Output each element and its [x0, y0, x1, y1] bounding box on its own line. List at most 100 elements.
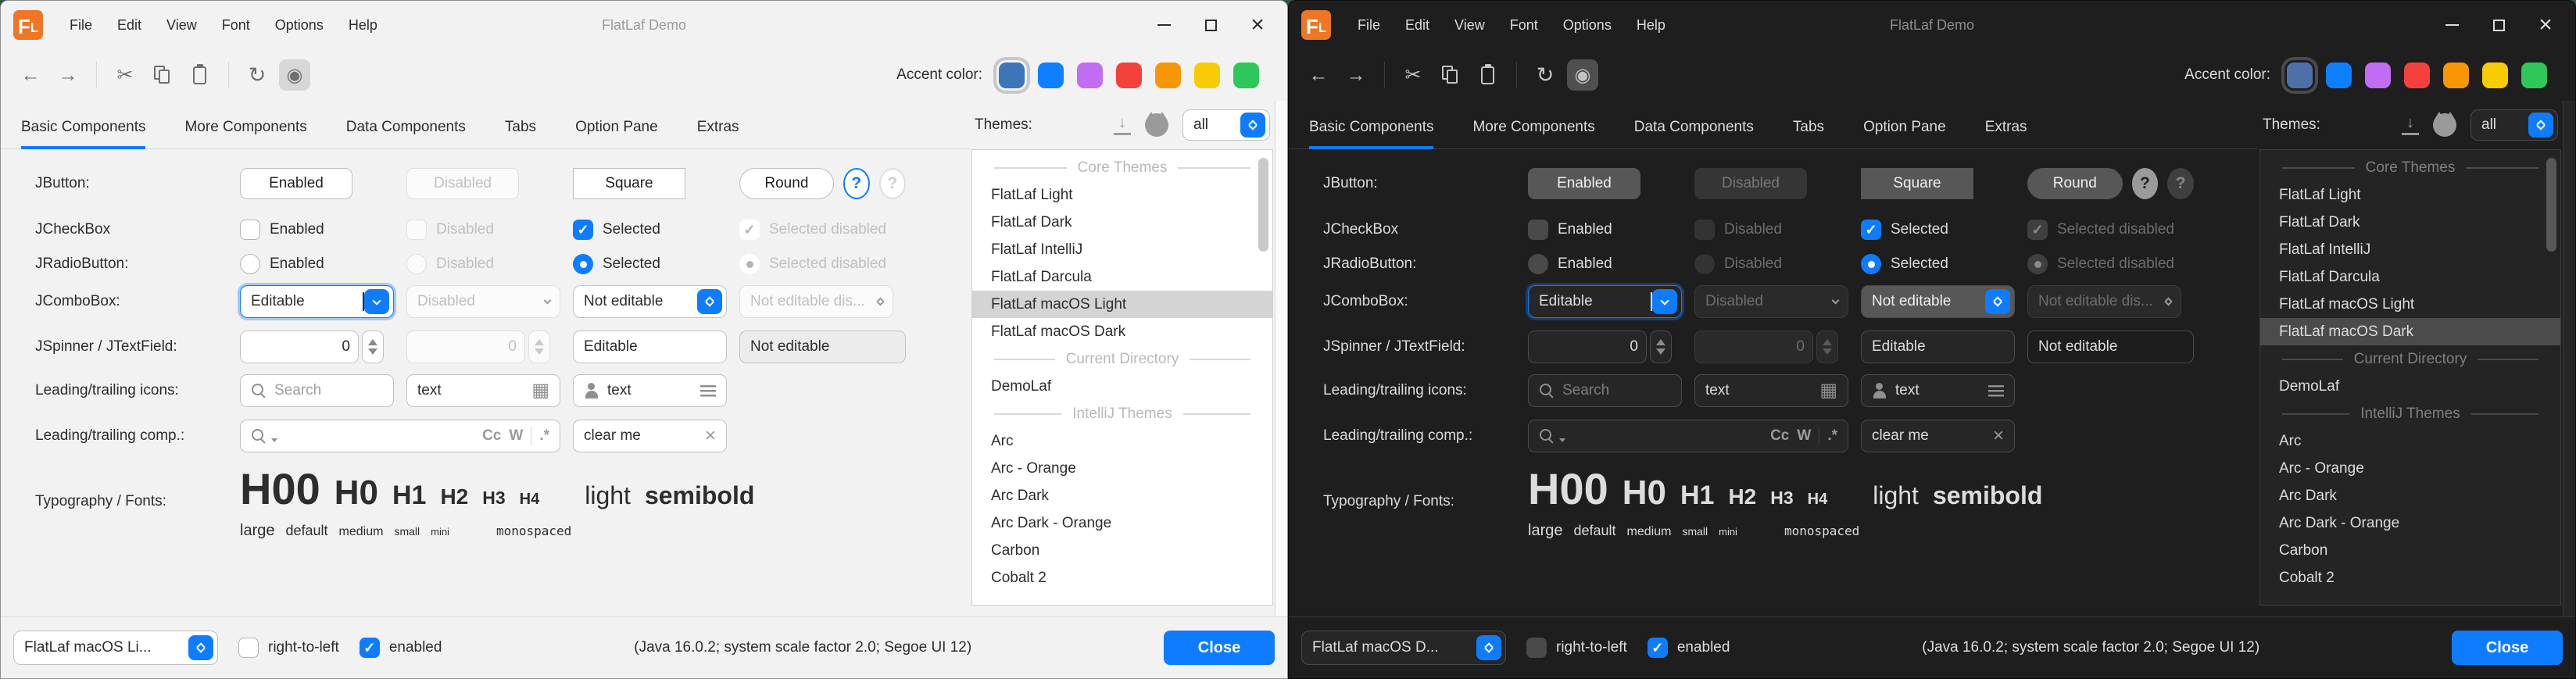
- spinner-input[interactable]: 0: [1528, 331, 1647, 363]
- round-button[interactable]: Round: [2027, 168, 2123, 199]
- text-field-calendar[interactable]: text: [406, 374, 560, 407]
- theme-item[interactable]: FlatLaf Darcula: [2260, 263, 2560, 291]
- theme-item[interactable]: FlatLaf Darcula: [972, 263, 1272, 291]
- download-icon[interactable]: [2402, 115, 2419, 135]
- theme-item[interactable]: Arc Dark - Orange: [972, 509, 1272, 537]
- accent-swatch-default[interactable]: [2287, 63, 2313, 88]
- laf-combobox[interactable]: FlatLaf macOS Li...: [13, 631, 218, 665]
- tab-extras[interactable]: Extras: [1985, 101, 2027, 149]
- theme-item[interactable]: FlatLaf Light: [972, 181, 1272, 209]
- combobox-arrows-button[interactable]: [697, 289, 722, 314]
- textfield-editable[interactable]: Editable: [573, 331, 727, 363]
- clear-icon[interactable]: [705, 427, 716, 446]
- enabled-button[interactable]: Enabled: [240, 168, 352, 199]
- square-button[interactable]: Square: [573, 168, 685, 199]
- theme-item[interactable]: FlatLaf macOS Light: [972, 291, 1272, 318]
- search-input[interactable]: Search: [1528, 374, 1682, 407]
- spinner-arrows[interactable]: [1650, 331, 1672, 363]
- paste-icon[interactable]: [184, 59, 216, 91]
- accent-swatch-red[interactable]: [1116, 63, 1142, 88]
- theme-item[interactable]: Arc: [2260, 427, 2560, 455]
- theme-item[interactable]: Arc: [972, 427, 1272, 455]
- chevron-down-icon[interactable]: [1559, 438, 1565, 442]
- download-icon[interactable]: [1114, 115, 1131, 135]
- tab-more-components[interactable]: More Components: [184, 101, 306, 149]
- tab-extras[interactable]: Extras: [697, 101, 739, 149]
- show-hidden-icon[interactable]: [279, 59, 310, 91]
- combobox-editable[interactable]: Editable: [240, 285, 394, 318]
- forward-icon[interactable]: [52, 59, 84, 91]
- refresh-icon[interactable]: [1530, 59, 1561, 91]
- cut-icon[interactable]: [109, 59, 141, 91]
- match-case-button[interactable]: Cc: [1770, 427, 1789, 445]
- combobox-arrows-button[interactable]: [1985, 289, 2010, 314]
- checkbox-selected[interactable]: Selected: [1861, 220, 1948, 240]
- menu-view[interactable]: View: [154, 11, 209, 40]
- theme-item[interactable]: FlatLaf macOS Light: [2260, 291, 2560, 318]
- theme-item[interactable]: Arc - Orange: [2260, 455, 2560, 482]
- theme-item[interactable]: FlatLaf Dark: [972, 209, 1272, 236]
- themes-filter-combobox[interactable]: all: [1182, 109, 1270, 141]
- theme-item[interactable]: Cobalt 2: [972, 564, 1272, 591]
- table-icon[interactable]: [531, 381, 549, 401]
- theme-item[interactable]: Arc - Orange: [972, 455, 1272, 482]
- textfield-editable[interactable]: Editable: [1861, 331, 2015, 363]
- right-to-left-checkbox[interactable]: right-to-left: [1526, 638, 1627, 658]
- tab-data-components[interactable]: Data Components: [1634, 101, 1754, 149]
- combobox-arrows-button[interactable]: [2528, 113, 2553, 138]
- maximize-button[interactable]: [1187, 8, 1234, 42]
- whole-word-button[interactable]: W: [509, 427, 523, 445]
- github-icon[interactable]: [2433, 113, 2456, 137]
- theme-item[interactable]: FlatLaf macOS Dark: [972, 318, 1272, 345]
- menu-font[interactable]: Font: [1497, 11, 1551, 40]
- checkbox-enabled[interactable]: Enabled: [1528, 220, 1612, 240]
- tab-option-pane[interactable]: Option Pane: [575, 101, 658, 149]
- theme-item[interactable]: Arc Dark: [2260, 482, 2560, 509]
- checkbox-enabled[interactable]: Enabled: [240, 220, 324, 240]
- theme-item[interactable]: Carbon: [972, 537, 1272, 564]
- clear-icon[interactable]: [1993, 427, 2004, 446]
- tab-data-components[interactable]: Data Components: [346, 101, 466, 149]
- combobox-arrow-button[interactable]: [1652, 289, 1677, 314]
- close-button[interactable]: Close: [1164, 631, 1275, 665]
- accent-swatch-purple[interactable]: [2365, 63, 2391, 88]
- square-button[interactable]: Square: [1861, 168, 1973, 199]
- theme-item[interactable]: DemoLaf: [2260, 373, 2560, 400]
- copy-icon[interactable]: [1435, 59, 1466, 91]
- enabled-checkbox[interactable]: enabled: [360, 638, 442, 658]
- paste-icon[interactable]: [1472, 59, 1504, 91]
- menu-edit[interactable]: Edit: [1393, 11, 1442, 40]
- spinner-input[interactable]: 0: [240, 331, 359, 363]
- menu-help[interactable]: Help: [1624, 11, 1678, 40]
- forward-icon[interactable]: [1340, 59, 1372, 91]
- menu-file[interactable]: File: [57, 11, 105, 40]
- combobox-arrows-button[interactable]: [1476, 635, 1501, 660]
- theme-item[interactable]: FlatLaf macOS Dark: [2260, 318, 2560, 345]
- search-input[interactable]: Search: [240, 374, 394, 407]
- accent-swatch-orange[interactable]: [1155, 63, 1181, 88]
- copy-icon[interactable]: [147, 59, 178, 91]
- tab-tabs[interactable]: Tabs: [1793, 101, 1824, 149]
- regex-button[interactable]: .*: [1827, 427, 1837, 445]
- tab-option-pane[interactable]: Option Pane: [1863, 101, 1946, 149]
- minimize-button[interactable]: [1140, 8, 1187, 42]
- enabled-button[interactable]: Enabled: [1528, 168, 1640, 199]
- combobox-arrows-button[interactable]: [1240, 113, 1265, 138]
- radio-enabled[interactable]: Enabled: [1528, 254, 1612, 274]
- laf-combobox[interactable]: FlatLaf macOS D...: [1301, 631, 1506, 665]
- window-scrollbar[interactable]: [1275, 101, 1287, 616]
- show-hidden-icon[interactable]: [1567, 59, 1598, 91]
- accent-swatch-blue[interactable]: [1038, 63, 1064, 88]
- text-field-calendar[interactable]: text: [1694, 374, 1848, 407]
- table-icon[interactable]: [1819, 381, 1837, 401]
- radio-enabled[interactable]: Enabled: [240, 254, 324, 274]
- minimize-button[interactable]: [2428, 8, 2475, 42]
- theme-item[interactable]: Arc Dark - Orange: [2260, 509, 2560, 537]
- accent-swatch-yellow[interactable]: [2482, 63, 2508, 88]
- right-to-left-checkbox[interactable]: right-to-left: [238, 638, 339, 658]
- list-icon[interactable]: [700, 384, 716, 397]
- window-scrollbar[interactable]: [2563, 101, 2575, 616]
- tab-tabs[interactable]: Tabs: [505, 101, 536, 149]
- regex-button[interactable]: .*: [539, 427, 549, 445]
- themes-filter-combobox[interactable]: all: [2470, 109, 2558, 141]
